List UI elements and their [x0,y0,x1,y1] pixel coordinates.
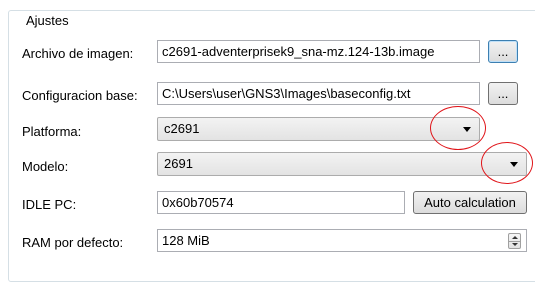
image-file-browse-button[interactable]: ... [488,40,518,63]
auto-calculation-button[interactable]: Auto calculation [413,191,527,214]
base-config-field[interactable]: C:\Users\user\GNS3\Images\baseconfig.txt [157,82,480,105]
group-title: Ajustes [23,13,72,28]
model-select[interactable]: 2691 [157,152,527,176]
annotation-circle-platform [430,106,486,150]
idle-pc-field[interactable]: 0x60b70574 [157,191,405,214]
image-file-field[interactable]: c2691-adventerprisek9_sna-mz.124-13b.ima… [157,40,480,63]
ram-value: 128 MiB [162,233,210,248]
model-label: Modelo: [22,159,69,174]
model-value: 2691 [164,156,193,171]
platform-value: c2691 [164,121,200,136]
ram-spin-buttons[interactable] [508,233,521,249]
idle-pc-label: IDLE PC: [22,197,77,212]
base-config-browse-button[interactable]: ... [488,82,518,105]
spin-up-icon[interactable] [512,236,518,239]
ram-spinbox[interactable]: 128 MiB [157,229,527,252]
ram-label: RAM por defecto: [22,235,124,250]
annotation-circle-model [481,142,533,184]
spin-down-icon[interactable] [512,243,518,246]
image-file-label: Archivo de imagen: [22,46,134,61]
base-config-label: Configuracion base: [22,88,138,103]
spin-divider [509,241,520,242]
platform-label: Platforma: [22,124,82,139]
